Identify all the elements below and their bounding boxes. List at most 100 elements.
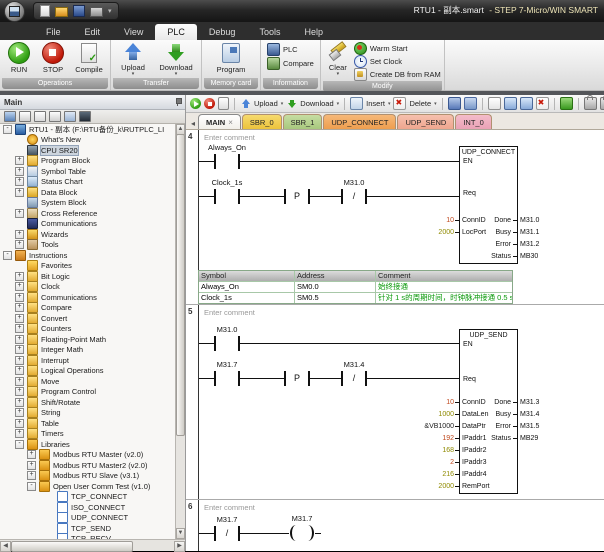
input-value[interactable]: 10 [399, 217, 455, 224]
download-label[interactable]: Download [300, 99, 333, 108]
block-output-row[interactable]: Busy M31.4 [476, 408, 539, 420]
input-value[interactable]: &VB1000 [399, 423, 455, 430]
contact-clock-1s[interactable]: Clock_1s [214, 189, 240, 204]
tree-item[interactable]: TCP_CONNECT [0, 492, 176, 503]
ribbon-tab[interactable]: Tools [247, 24, 292, 40]
data-block-icon[interactable] [64, 111, 76, 122]
tree-item[interactable]: + Communications [0, 292, 176, 303]
tree-item[interactable]: - Open User Comm Test (v1.0) [0, 481, 176, 492]
contact-positive-edge[interactable]: P [284, 371, 310, 386]
network-comment[interactable]: Enter comment [204, 133, 255, 142]
editor-tab[interactable]: INT_0 [455, 114, 491, 129]
expander-icon[interactable]: + [15, 345, 24, 354]
input-value[interactable]: 216 [399, 471, 455, 478]
compile-icon[interactable] [218, 97, 229, 110]
insert-dropdown-icon[interactable]: ▾ [388, 101, 391, 107]
input-value[interactable]: 2000 [399, 483, 455, 490]
tab-scroll-left-icon[interactable]: ◂ [188, 119, 198, 129]
tree-item[interactable]: What's New [0, 135, 176, 146]
tree-item[interactable]: + Timers [0, 429, 176, 440]
tree-item[interactable]: Favorites [0, 261, 176, 272]
output-value[interactable]: M31.4 [518, 411, 539, 418]
tree-item[interactable]: + String [0, 408, 176, 419]
expander-icon[interactable]: + [15, 156, 24, 165]
compare-button[interactable]: Compare [267, 57, 314, 70]
expander-icon[interactable]: + [15, 419, 24, 428]
input-value[interactable]: 192 [399, 435, 455, 442]
tree-item[interactable]: + Modbus RTU Master2 (v2.0) [0, 460, 176, 471]
tree-item[interactable]: + Modbus RTU Master (v2.0) [0, 450, 176, 461]
block-output-row[interactable]: Status MB29 [476, 432, 539, 444]
symbol-table-icon[interactable] [34, 111, 46, 122]
scroll-down-icon[interactable]: ▼ [176, 528, 185, 539]
open-project-icon[interactable] [4, 111, 16, 122]
stop-button[interactable]: STOP [37, 42, 69, 74]
block-input-row[interactable]: 168 IPaddr2 [399, 444, 490, 456]
expander-icon[interactable]: + [15, 167, 24, 176]
output-value[interactable]: M31.2 [518, 241, 539, 248]
expander-icon[interactable]: - [27, 482, 36, 491]
block-input-row[interactable]: 2 IPaddr3 [399, 456, 490, 468]
tree-item[interactable]: Communications [0, 219, 176, 230]
run-button[interactable]: RUN [3, 42, 35, 74]
block-input-row[interactable]: 2000 RemPort [399, 480, 490, 492]
delete-icon[interactable] [393, 97, 406, 110]
download-button[interactable]: Download▾ [154, 42, 198, 76]
input-value[interactable]: 10 [399, 399, 455, 406]
symbol-view-icon[interactable] [464, 97, 477, 110]
tree-item[interactable]: + Counters [0, 324, 176, 335]
tree-item[interactable]: + Convert [0, 313, 176, 324]
expander-icon[interactable]: + [15, 282, 24, 291]
expander-icon[interactable]: + [15, 209, 24, 218]
contact-m31-7-nc[interactable]: M31.7 / [214, 526, 240, 541]
tree-item[interactable]: + Floating-Point Math [0, 334, 176, 345]
upload-button[interactable]: Upload▾ [114, 42, 152, 76]
next-bookmark-icon[interactable] [504, 97, 517, 110]
tree-item[interactable]: - Instructions [0, 250, 176, 261]
scrollbar-thumb[interactable] [11, 541, 133, 552]
download-icon[interactable] [286, 98, 297, 109]
expander-icon[interactable]: - [15, 440, 24, 449]
insert-icon[interactable] [350, 97, 363, 110]
expander-icon[interactable]: + [15, 335, 24, 344]
status-chart-icon[interactable] [49, 111, 61, 122]
scroll-left-icon[interactable]: ◀ [0, 541, 11, 552]
insert-label[interactable]: Insert [366, 99, 385, 108]
output-value[interactable]: M31.5 [518, 423, 539, 430]
delete-label[interactable]: Delete [409, 99, 431, 108]
block-output-row[interactable]: Error M31.5 [476, 420, 539, 432]
expander-icon[interactable]: + [15, 293, 24, 302]
clear-bookmark-icon[interactable] [536, 97, 549, 110]
scrollbar-thumb[interactable] [176, 134, 185, 436]
tree-item[interactable]: TCP_SEND [0, 523, 176, 534]
program-button[interactable]: Program [209, 42, 253, 74]
set-clock-button[interactable]: Set Clock [354, 55, 441, 68]
contact-always-on[interactable]: Always_On [214, 154, 240, 169]
block-output-row[interactable]: Done M31.3 [476, 396, 539, 408]
block-output-row[interactable]: Status MB30 [476, 250, 539, 262]
tree-item[interactable]: + Data Block [0, 187, 176, 198]
plc-info-button[interactable]: PLC [267, 43, 298, 56]
input-value[interactable]: 168 [399, 447, 455, 454]
bookmark-icon[interactable] [488, 97, 501, 110]
tree-vertical-scrollbar[interactable]: ▲ ▼ [175, 124, 185, 539]
expander-icon[interactable]: + [15, 366, 24, 375]
expander-icon[interactable]: + [15, 314, 24, 323]
tree-item[interactable]: + Tools [0, 240, 176, 251]
expander-icon[interactable]: - [3, 125, 12, 134]
expander-icon[interactable]: + [15, 303, 24, 312]
tree-item[interactable]: + Clock [0, 282, 176, 293]
network-comment[interactable]: Enter comment [204, 503, 255, 512]
expander-icon[interactable]: + [15, 429, 24, 438]
tree-item[interactable]: + Bit Logic [0, 271, 176, 282]
upload-dropdown-icon[interactable]: ▾ [132, 72, 135, 76]
expander-icon[interactable]: + [27, 461, 36, 470]
address-view-icon[interactable] [448, 97, 461, 110]
lock-icon[interactable] [584, 97, 597, 110]
expander-icon[interactable]: + [27, 450, 36, 459]
delete-dropdown-icon[interactable]: ▾ [434, 101, 437, 107]
download-dropdown-icon[interactable]: ▾ [175, 72, 178, 76]
output-value[interactable]: M31.3 [518, 399, 539, 406]
block-input-row[interactable]: 216 IPaddr4 [399, 468, 490, 480]
expander-icon[interactable]: + [15, 188, 24, 197]
